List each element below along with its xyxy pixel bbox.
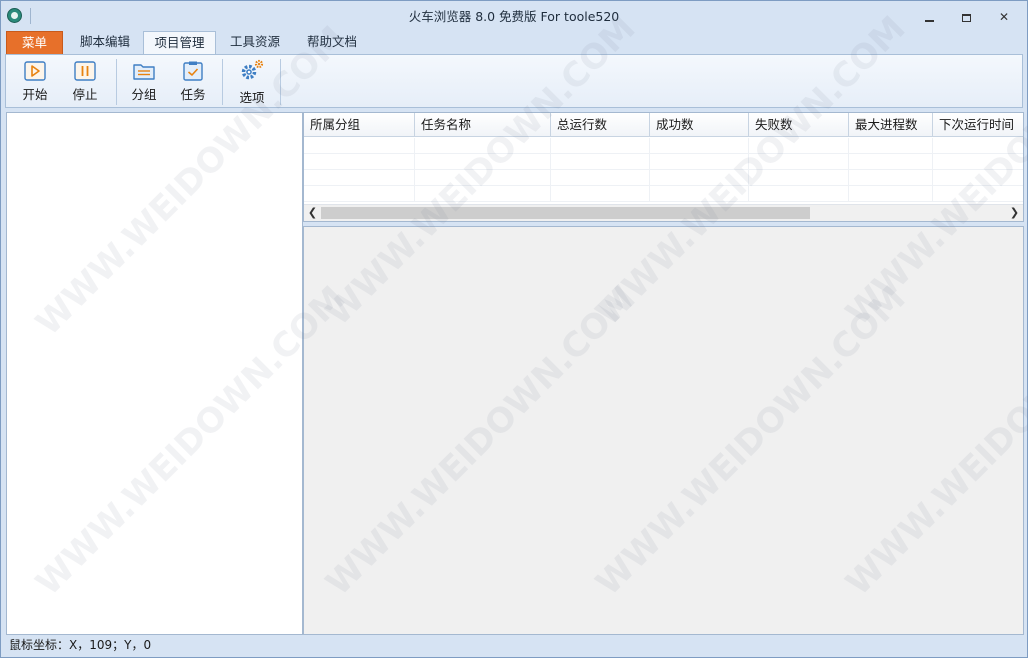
title-bar: 火车浏览器 8.0 免费版 For toole520 ✕ (1, 1, 1027, 31)
column-header-next-run-time[interactable]: 下次运行时间 (933, 113, 1023, 137)
group-label: 分组 (131, 87, 157, 102)
stop-button[interactable]: 停止 (64, 58, 106, 104)
status-bar: 鼠标坐标：X，109；Y，0 (1, 635, 1027, 657)
stop-label: 停止 (72, 87, 98, 102)
task-detail-panel (303, 226, 1024, 635)
tab-tool-resources[interactable]: 工具资源 (219, 31, 291, 54)
table-cell (304, 138, 415, 154)
ribbon-separator (116, 59, 117, 105)
scroll-left-arrow-icon[interactable]: ❮ (304, 205, 321, 221)
table-row[interactable] (304, 138, 1023, 154)
table-cell (304, 186, 415, 202)
minimize-icon (924, 19, 934, 22)
play-icon (24, 61, 46, 81)
group-tree-panel[interactable] (6, 112, 303, 635)
table-cell (849, 138, 933, 154)
table-cell (650, 154, 749, 170)
table-cell (849, 170, 933, 186)
start-label: 开始 (22, 87, 48, 102)
tab-help-docs[interactable]: 帮助文档 (295, 31, 369, 54)
options-button[interactable]: 选项 (232, 59, 272, 105)
column-header-group[interactable]: 所属分组 (304, 113, 415, 137)
table-cell (415, 138, 551, 154)
table-cell (749, 138, 849, 154)
start-button[interactable]: 开始 (14, 58, 56, 104)
column-header-success[interactable]: 成功数 (650, 113, 749, 137)
table-cell (650, 170, 749, 186)
maximize-icon (961, 13, 971, 22)
tab-project-management[interactable]: 项目管理 (143, 31, 216, 54)
table-cell (749, 154, 849, 170)
folder-icon (133, 64, 155, 80)
table-cell (551, 170, 650, 186)
table-cell (304, 170, 415, 186)
column-header-total-runs[interactable]: 总运行数 (551, 113, 650, 137)
table-cell (415, 170, 551, 186)
options-label: 选项 (239, 90, 265, 105)
column-header-max-processes[interactable]: 最大进程数 (849, 113, 933, 137)
table-cell (304, 154, 415, 170)
mouse-coordinates-text: 鼠标坐标：X，109；Y，0 (9, 638, 152, 652)
table-cell (849, 154, 933, 170)
table-cell (551, 154, 650, 170)
task-label: 任务 (180, 87, 206, 102)
grid-header: 所属分组 任务名称 总运行数 成功数 失败数 最大进程数 下次运行时间 (304, 113, 1023, 137)
table-cell (749, 170, 849, 186)
close-icon: ✕ (998, 10, 1010, 24)
ribbon-separator (280, 59, 281, 105)
table-cell (551, 186, 650, 202)
minimize-button[interactable] (915, 7, 943, 27)
task-button[interactable]: 任务 (173, 58, 213, 104)
table-cell (650, 186, 749, 202)
scrollbar-thumb[interactable] (321, 207, 810, 219)
pause-icon (74, 61, 96, 81)
table-cell (650, 138, 749, 154)
tab-menu[interactable]: 菜单 (6, 31, 63, 54)
window-title: 火车浏览器 8.0 免费版 For toole520 (408, 9, 620, 24)
column-header-task-name[interactable]: 任务名称 (415, 113, 551, 137)
table-row[interactable] (304, 170, 1023, 186)
horizontal-scrollbar[interactable]: ❮ ❯ (304, 204, 1023, 221)
app-window: 火车浏览器 8.0 免费版 For toole520 ✕ 菜单 脚本编辑 项目管… (0, 0, 1028, 658)
table-cell (415, 186, 551, 202)
table-row[interactable] (304, 186, 1023, 202)
task-grid[interactable]: 所属分组 任务名称 总运行数 成功数 失败数 最大进程数 下次运行时间 ❮ ❯ (303, 112, 1024, 222)
table-row[interactable] (304, 154, 1023, 170)
table-cell (749, 186, 849, 202)
close-button[interactable]: ✕ (990, 7, 1018, 27)
table-cell (551, 138, 650, 154)
maximize-button[interactable] (952, 7, 980, 27)
table-cell (415, 154, 551, 170)
scroll-right-arrow-icon[interactable]: ❯ (1006, 205, 1023, 221)
ribbon-separator (222, 59, 223, 105)
column-header-failed[interactable]: 失败数 (749, 113, 849, 137)
ribbon-toolbar: 开始 停止 分组 任务 选项 (5, 54, 1023, 108)
gears-icon (241, 59, 264, 80)
table-cell (849, 186, 933, 202)
group-button[interactable]: 分组 (124, 58, 164, 104)
tab-script-edit[interactable]: 脚本编辑 (68, 31, 142, 54)
clipboard-check-icon (183, 61, 203, 81)
